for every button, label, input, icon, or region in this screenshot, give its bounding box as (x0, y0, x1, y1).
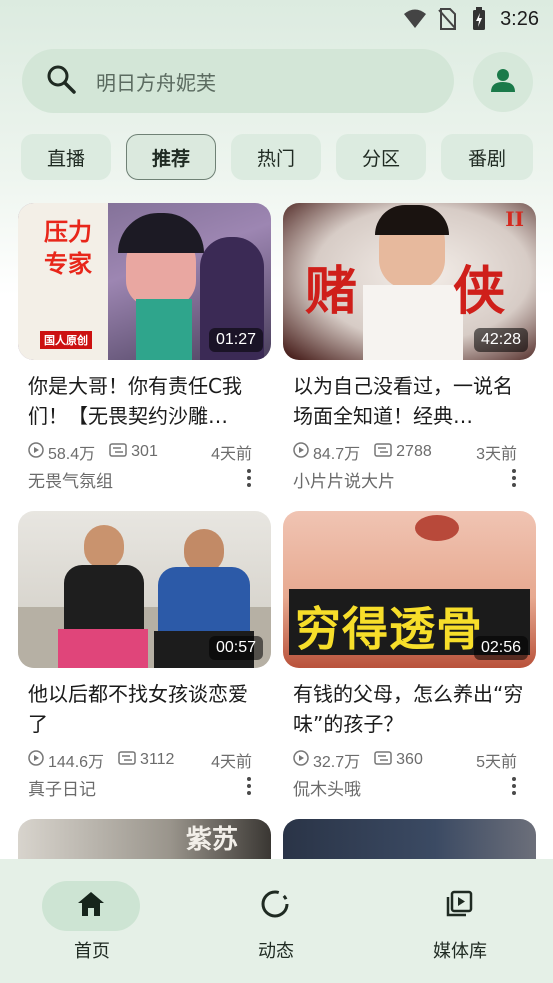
tab-recommended[interactable]: 推荐 (126, 134, 216, 180)
tab-live[interactable]: 直播 (21, 134, 111, 180)
more-options-button[interactable] (504, 775, 524, 797)
more-options-button[interactable] (239, 775, 259, 797)
view-count: 84.7万 (313, 446, 361, 463)
more-options-button[interactable] (504, 467, 524, 489)
search-bar[interactable]: 明日方舟妮芙 (22, 49, 454, 113)
danmaku-icon (374, 750, 392, 770)
tab-hot[interactable]: 热门 (231, 134, 321, 180)
thumb-lips (415, 515, 459, 541)
thumb-tag: 国人原创 (40, 331, 92, 349)
video-thumbnail[interactable]: 赌 侠 II 42:28 (283, 203, 536, 360)
thumb-caption: 压力 (44, 217, 92, 246)
thumb-caption: 侠 (453, 261, 506, 322)
view-count: 144.6万 (48, 754, 105, 771)
profile-button[interactable] (473, 52, 533, 112)
thumb-caption: 紫苏 (186, 825, 239, 855)
video-card[interactable]: 压力 专家 国人原创 01:27 你是大哥！你有责任C我们！【无畏契约沙雕… 5… (18, 203, 271, 493)
danmaku-icon (109, 442, 127, 462)
video-thumbnail[interactable]: 紫苏 (18, 819, 271, 859)
video-meta: 84.7万 2788 3天前 (293, 441, 529, 463)
nav-library-label: 媒体库 (433, 941, 487, 962)
thumb-figure-body (136, 299, 192, 360)
tab-anime[interactable]: 番剧 (441, 134, 533, 180)
video-title[interactable]: 有钱的父母，怎么养出“穷味”的孩子？ (293, 679, 529, 739)
video-author[interactable]: 小片片说大片 (293, 467, 395, 492)
status-bar: 3:26 (0, 0, 553, 38)
video-author[interactable]: 真子日记 (28, 775, 96, 800)
comment-count: 2788 (396, 443, 432, 460)
video-thumbnail[interactable] (283, 819, 536, 859)
video-author[interactable]: 无畏气氛组 (28, 467, 113, 492)
video-thumbnail[interactable]: 00:57 (18, 511, 271, 668)
clock: 3:26 (500, 7, 539, 30)
video-meta: 32.7万 360 5天前 (293, 749, 529, 771)
upload-age: 5天前 (476, 754, 517, 771)
video-duration: 00:57 (208, 636, 263, 660)
thumb-tag: II (505, 207, 524, 231)
nav-home-label: 首页 (74, 941, 110, 962)
nav-home-pill (42, 881, 140, 931)
thumb-figure-shorts (58, 629, 148, 668)
nav-library[interactable]: 媒体库 (385, 881, 535, 971)
comment-count: 3112 (140, 751, 175, 768)
tab-categories[interactable]: 分区 (336, 134, 426, 180)
video-duration: 42:28 (473, 328, 528, 352)
comment-count: 360 (396, 751, 423, 768)
person-icon (490, 67, 516, 97)
thumb-figure-body (363, 285, 463, 360)
bottom-navigation: 首页 动态 媒体库 (0, 859, 553, 983)
thumb-figure (84, 525, 124, 569)
danmaku-icon (118, 750, 136, 770)
search-icon (46, 64, 76, 98)
video-title[interactable]: 以为自己没看过，一说名场面全知道！经典… (293, 371, 529, 431)
more-options-button[interactable] (239, 467, 259, 489)
video-duration: 01:27 (208, 328, 263, 352)
thumb-caption: 穷得透骨 (295, 602, 483, 656)
play-count-icon (28, 441, 44, 463)
battery-charging-icon (468, 7, 490, 30)
thumb-caption: 赌 (305, 261, 358, 322)
no-sim-icon (436, 8, 458, 30)
activity-icon (260, 889, 290, 923)
thumb-caption: 专家 (44, 249, 92, 278)
video-card[interactable]: 赌 侠 II 42:28 以为自己没看过，一说名场面全知道！经典… 84.7万 … (283, 203, 536, 493)
view-count: 58.4万 (48, 446, 96, 463)
wifi-icon (404, 8, 427, 30)
thumb-figure-hair (118, 213, 204, 253)
video-duration: 02:56 (473, 636, 528, 660)
nav-activity-label: 动态 (258, 941, 294, 962)
danmaku-icon (374, 442, 392, 462)
thumb-figure-2-body (158, 567, 250, 637)
play-count-icon (293, 749, 309, 771)
nav-activity[interactable]: 动态 (201, 881, 351, 971)
play-count-icon (293, 441, 309, 463)
video-title[interactable]: 他以后都不找女孩谈恋爱了 (28, 679, 264, 739)
video-card[interactable]: 穷得透骨 02:56 有钱的父母，怎么养出“穷味”的孩子？ 32.7万 360 … (283, 511, 536, 801)
comment-count: 301 (131, 443, 158, 460)
thumb-figure-hair (375, 205, 449, 235)
video-thumbnail[interactable]: 穷得透骨 02:56 (283, 511, 536, 668)
library-icon (445, 890, 473, 922)
upload-age: 4天前 (211, 754, 252, 771)
home-icon (77, 891, 105, 921)
search-placeholder: 明日方舟妮芙 (96, 70, 216, 95)
video-meta: 144.6万 3112 4天前 (28, 749, 264, 771)
view-count: 32.7万 (313, 754, 361, 771)
nav-library-pill (410, 881, 508, 931)
upload-age: 4天前 (211, 446, 252, 463)
video-title[interactable]: 你是大哥！你有责任C我们！【无畏契约沙雕… (28, 371, 264, 431)
nav-home[interactable]: 首页 (17, 881, 167, 971)
video-meta: 58.4万 301 4天前 (28, 441, 264, 463)
video-thumbnail[interactable]: 压力 专家 国人原创 01:27 (18, 203, 271, 360)
thumb-figure-body (64, 565, 144, 635)
play-count-icon (28, 749, 44, 771)
nav-activity-pill (226, 881, 324, 931)
category-tabs: 直播 推荐 热门 分区 番剧 (21, 134, 533, 180)
video-card[interactable]: 00:57 他以后都不找女孩谈恋爱了 144.6万 3112 4天前 真子日记 (18, 511, 271, 801)
upload-age: 3天前 (476, 446, 517, 463)
video-author[interactable]: 侃木头哦 (293, 775, 361, 800)
